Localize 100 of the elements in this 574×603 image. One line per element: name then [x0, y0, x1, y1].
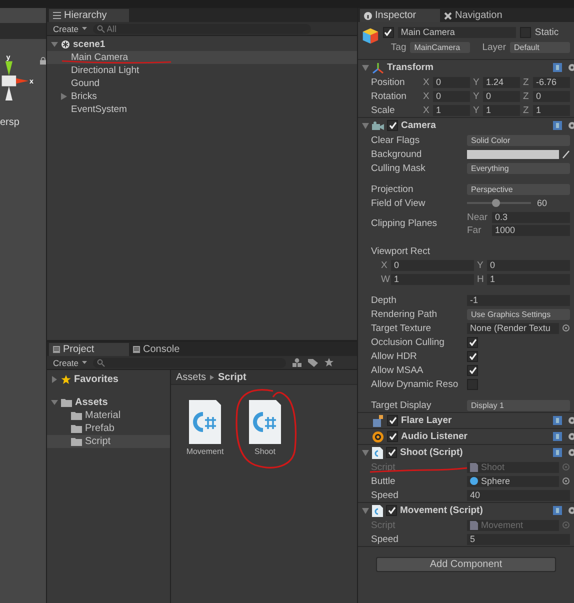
- gear-icon[interactable]: [567, 416, 574, 425]
- dropdown[interactable]: Solid Color: [467, 134, 570, 146]
- hierarchy-item[interactable]: EventSystem: [47, 103, 357, 116]
- component-title[interactable]: Movement (Script): [400, 505, 550, 516]
- number-field[interactable]: 1.24: [483, 76, 520, 88]
- search-field[interactable]: All: [92, 24, 311, 34]
- number-field[interactable]: 0: [487, 260, 570, 270]
- enabled-checkbox[interactable]: [386, 505, 397, 516]
- section-label: Viewport Rect: [371, 246, 431, 256]
- number-field[interactable]: -6.76: [533, 76, 570, 88]
- folder-icon: [61, 398, 72, 407]
- help-book-icon[interactable]: [553, 121, 562, 130]
- folder-item[interactable]: Prefab: [47, 422, 170, 435]
- script-file[interactable]: Movement: [185, 399, 225, 456]
- gear-icon[interactable]: [567, 506, 574, 515]
- number-field[interactable]: 1: [391, 274, 474, 284]
- shapes-icon[interactable]: [292, 358, 302, 367]
- component-title[interactable]: Audio Listener: [401, 431, 550, 442]
- number-field[interactable]: 0: [433, 90, 470, 102]
- tag-dropdown[interactable]: MainCamera: [410, 42, 470, 52]
- help-book-icon[interactable]: [553, 63, 562, 72]
- hierarchy-item[interactable]: Bricks: [47, 90, 357, 103]
- gear-icon[interactable]: [567, 432, 574, 441]
- panel-tab[interactable]: Navigation: [440, 9, 520, 22]
- checkbox[interactable]: [467, 378, 478, 390]
- number-field[interactable]: 5: [467, 534, 570, 544]
- number-field[interactable]: 1: [483, 104, 520, 116]
- lock-icon[interactable]: [40, 57, 46, 65]
- number-field[interactable]: 0: [391, 260, 474, 270]
- panel-tab[interactable]: Inspector: [360, 9, 440, 22]
- enabled-checkbox[interactable]: [387, 415, 398, 426]
- expand-arrow-icon[interactable]: [61, 93, 67, 100]
- object-field[interactable]: None (Render Textu: [467, 322, 559, 334]
- view-mode-label[interactable]: ersp: [0, 117, 20, 128]
- enabled-checkbox[interactable]: [387, 120, 398, 131]
- dropdown[interactable]: Perspective: [467, 184, 570, 194]
- name-field[interactable]: Main Camera: [398, 26, 516, 38]
- folder-item[interactable]: Material: [47, 409, 170, 422]
- dropdown[interactable]: Use Graphics Settings: [467, 308, 570, 320]
- object-field[interactable]: Sphere: [467, 476, 559, 486]
- scene-name[interactable]: scene1: [73, 39, 106, 50]
- axis-label: Y: [477, 260, 484, 270]
- object-picker-icon[interactable]: [562, 324, 570, 332]
- layer-dropdown[interactable]: Default: [510, 42, 570, 52]
- search-field[interactable]: [92, 358, 286, 368]
- component-title[interactable]: Flare Layer: [401, 415, 550, 426]
- number-field[interactable]: 1000: [492, 224, 570, 236]
- foldout-arrow-icon[interactable]: [362, 508, 369, 514]
- component-title[interactable]: Transform: [387, 62, 550, 73]
- number-field[interactable]: 40: [467, 490, 570, 500]
- component-title[interactable]: Camera: [401, 120, 550, 131]
- enabled-checkbox[interactable]: [387, 431, 398, 442]
- expand-arrow-icon[interactable]: [51, 41, 58, 48]
- active-checkbox[interactable]: [382, 26, 394, 38]
- number-field[interactable]: 1: [533, 104, 570, 116]
- breadcrumb-item[interactable]: Script: [218, 372, 246, 382]
- script-file[interactable]: Shoot: [245, 399, 285, 456]
- foldout-arrow-icon[interactable]: [362, 64, 369, 70]
- help-book-icon[interactable]: [553, 506, 562, 515]
- tree-item[interactable]: Favorites: [74, 374, 118, 385]
- gear-icon[interactable]: [567, 63, 574, 72]
- expand-arrow-icon[interactable]: [51, 399, 58, 406]
- panel-tab[interactable]: Console: [129, 343, 209, 356]
- static-checkbox[interactable]: [520, 26, 531, 38]
- number-field[interactable]: 0: [483, 90, 520, 102]
- checkbox[interactable]: [467, 350, 478, 362]
- foldout-arrow-icon[interactable]: [362, 450, 369, 456]
- panel-tab[interactable]: Project: [49, 343, 129, 356]
- color-field[interactable]: [467, 150, 559, 158]
- checkbox[interactable]: [467, 336, 478, 348]
- slider-thumb[interactable]: [492, 199, 500, 207]
- hierarchy-item[interactable]: Directional Light: [47, 64, 357, 77]
- hierarchy-tab[interactable]: Hierarchy: [49, 9, 129, 22]
- foldout-arrow-icon[interactable]: [362, 122, 369, 128]
- create-dropdown[interactable]: Create: [53, 358, 87, 368]
- number-field[interactable]: 1: [487, 274, 570, 284]
- enabled-checkbox[interactable]: [386, 447, 397, 458]
- number-field[interactable]: 0.3: [492, 212, 570, 222]
- hierarchy-item[interactable]: Main Camera: [47, 51, 357, 64]
- component-title[interactable]: Shoot (Script): [400, 447, 550, 458]
- number-field[interactable]: -1: [467, 294, 570, 306]
- breadcrumb-item[interactable]: Assets: [176, 372, 206, 382]
- gear-icon[interactable]: [567, 448, 574, 457]
- tag-icon[interactable]: [308, 358, 318, 367]
- gear-icon[interactable]: [567, 121, 574, 130]
- folder-item[interactable]: Script: [47, 435, 170, 448]
- dropdown[interactable]: Display 1: [467, 400, 570, 410]
- expand-arrow-icon[interactable]: [51, 376, 58, 383]
- eyedropper-icon[interactable]: [562, 150, 570, 158]
- number-field[interactable]: 0: [533, 90, 570, 102]
- star-icon[interactable]: [324, 358, 334, 367]
- number-field[interactable]: 0: [433, 76, 470, 88]
- create-dropdown[interactable]: Create: [53, 24, 87, 34]
- dropdown[interactable]: Everything: [467, 162, 570, 174]
- add-component-button[interactable]: Add Component: [376, 557, 556, 572]
- field-label: Target Display: [371, 400, 432, 410]
- tree-item[interactable]: Assets: [75, 397, 108, 408]
- checkbox[interactable]: [467, 364, 478, 376]
- hierarchy-item[interactable]: Gound: [47, 77, 357, 90]
- number-field[interactable]: 1: [433, 104, 470, 116]
